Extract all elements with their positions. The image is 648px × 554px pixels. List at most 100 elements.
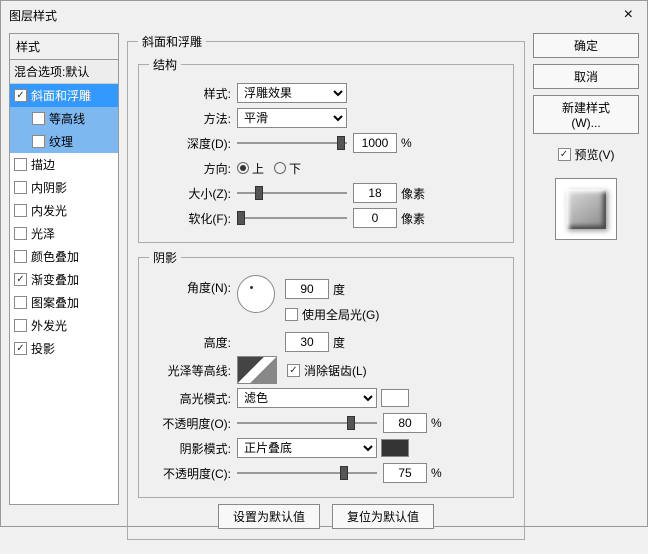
style-select[interactable]: 浮雕效果 (237, 83, 347, 103)
style-label: 样式: (149, 85, 237, 102)
preview-label: 预览(V) (575, 146, 615, 163)
angle-label: 角度(N): (149, 275, 237, 296)
sidebar-label-10: 外发光 (31, 317, 67, 334)
close-icon[interactable]: × (618, 6, 639, 24)
highlight-color-swatch[interactable] (381, 389, 409, 407)
sidebar-item-7[interactable]: 颜色叠加 (10, 245, 118, 268)
sidebar-check-6[interactable] (14, 227, 27, 240)
sidebar-check-10[interactable] (14, 319, 27, 332)
sidebar-item-11[interactable]: 投影 (10, 337, 118, 360)
technique-label: 方法: (149, 110, 237, 127)
shading-group: 阴影 角度(N): 度 使用全局光(G) (138, 249, 514, 498)
sidebar-item-9[interactable]: 图案叠加 (10, 291, 118, 314)
global-light-label: 使用全局光(G) (302, 306, 379, 323)
sidebar-label-8: 渐变叠加 (31, 271, 79, 288)
new-style-button[interactable]: 新建样式(W)... (533, 95, 639, 134)
highlight-mode-select[interactable]: 滤色 (237, 388, 377, 408)
altitude-label: 高度: (149, 334, 237, 351)
shadow-opacity-slider[interactable] (237, 465, 377, 481)
sidebar-item-3[interactable]: 描边 (10, 153, 118, 176)
altitude-unit: 度 (333, 334, 345, 351)
sidebar-check-2[interactable] (32, 135, 45, 148)
shadow-mode-select[interactable]: 正片叠底 (237, 438, 377, 458)
sidebar-item-0[interactable]: 斜面和浮雕 (10, 84, 118, 107)
gloss-contour-picker[interactable] (237, 356, 277, 384)
soften-input[interactable] (353, 208, 397, 228)
soften-unit: 像素 (401, 210, 425, 227)
sidebar-check-3[interactable] (14, 158, 27, 171)
sidebar-item-10[interactable]: 外发光 (10, 314, 118, 337)
sidebar-check-1[interactable] (32, 112, 45, 125)
dir-up-radio[interactable] (237, 162, 249, 174)
antialias-label: 消除锯齿(L) (304, 362, 367, 379)
styles-header: 样式 (9, 33, 119, 59)
sidebar-check-5[interactable] (14, 204, 27, 217)
depth-unit: % (401, 136, 412, 150)
structure-legend: 结构 (149, 56, 181, 73)
sidebar-label-2: 纹理 (49, 133, 73, 150)
sidebar-item-2[interactable]: 纹理 (10, 130, 118, 153)
shadow-opacity-input[interactable] (383, 463, 427, 483)
direction-label: 方向: (149, 160, 237, 177)
shading-legend: 阴影 (149, 249, 181, 266)
sidebar-item-1[interactable]: 等高线 (10, 107, 118, 130)
sidebar-item-6[interactable]: 光泽 (10, 222, 118, 245)
reset-default-button[interactable]: 复位为默认值 (332, 504, 434, 529)
angle-dial[interactable] (237, 275, 275, 313)
size-label: 大小(Z): (149, 185, 237, 202)
sidebar-label-3: 描边 (31, 156, 55, 173)
soften-slider[interactable] (237, 210, 347, 226)
antialias-check[interactable] (287, 364, 300, 377)
sidebar-check-4[interactable] (14, 181, 27, 194)
highlight-opacity-slider[interactable] (237, 415, 377, 431)
altitude-input[interactable] (285, 332, 329, 352)
size-unit: 像素 (401, 185, 425, 202)
shadow-mode-label: 阴影模式: (149, 440, 237, 457)
styles-panel: 样式 混合选项:默认斜面和浮雕等高线纹理描边内阴影内发光光泽颜色叠加渐变叠加图案… (9, 33, 119, 546)
sidebar-item-8[interactable]: 渐变叠加 (10, 268, 118, 291)
cancel-button[interactable]: 取消 (533, 64, 639, 89)
angle-unit: 度 (333, 281, 345, 298)
depth-slider[interactable] (237, 135, 347, 151)
shadow-opacity-unit: % (431, 466, 442, 480)
sidebar-check-7[interactable] (14, 250, 27, 263)
highlight-opacity-input[interactable] (383, 413, 427, 433)
ok-button[interactable]: 确定 (533, 33, 639, 58)
sidebar-label-4: 内阴影 (31, 179, 67, 196)
bevel-legend: 斜面和浮雕 (138, 33, 206, 50)
shadow-color-swatch[interactable] (381, 439, 409, 457)
shadow-opacity-label: 不透明度(C): (149, 465, 237, 482)
depth-input[interactable] (353, 133, 397, 153)
angle-input[interactable] (285, 279, 329, 299)
bevel-group: 斜面和浮雕 结构 样式: 浮雕效果 方法: 平滑 深度(D): % (127, 33, 525, 540)
sidebar-label-1: 等高线 (49, 110, 85, 127)
highlight-mode-label: 高光模式: (149, 390, 237, 407)
dir-up-label: 上 (252, 160, 264, 177)
structure-group: 结构 样式: 浮雕效果 方法: 平滑 深度(D): % 方向: 上 (138, 56, 514, 243)
sidebar-item-4[interactable]: 内阴影 (10, 176, 118, 199)
sidebar-label-5: 内发光 (31, 202, 67, 219)
sidebar-label-0: 斜面和浮雕 (31, 87, 91, 104)
sidebar-item-blend[interactable]: 混合选项:默认 (10, 60, 118, 84)
sidebar-check-8[interactable] (14, 273, 27, 286)
dir-down-label: 下 (289, 160, 301, 177)
sidebar-check-11[interactable] (14, 342, 27, 355)
dir-down-radio[interactable] (274, 162, 286, 174)
gloss-label: 光泽等高线: (149, 362, 237, 379)
highlight-opacity-unit: % (431, 416, 442, 430)
soften-label: 软化(F): (149, 210, 237, 227)
sidebar-check-9[interactable] (14, 296, 27, 309)
preview-swatch (555, 178, 617, 240)
technique-select[interactable]: 平滑 (237, 108, 347, 128)
preview-check[interactable] (558, 148, 571, 161)
sidebar-item-5[interactable]: 内发光 (10, 199, 118, 222)
sidebar-label-6: 光泽 (31, 225, 55, 242)
sidebar-check-0[interactable] (14, 89, 27, 102)
size-slider[interactable] (237, 185, 347, 201)
highlight-opacity-label: 不透明度(O): (149, 415, 237, 432)
sidebar-label-11: 投影 (31, 340, 55, 357)
sidebar-label-9: 图案叠加 (31, 294, 79, 311)
make-default-button[interactable]: 设置为默认值 (218, 504, 320, 529)
global-light-check[interactable] (285, 308, 298, 321)
size-input[interactable] (353, 183, 397, 203)
